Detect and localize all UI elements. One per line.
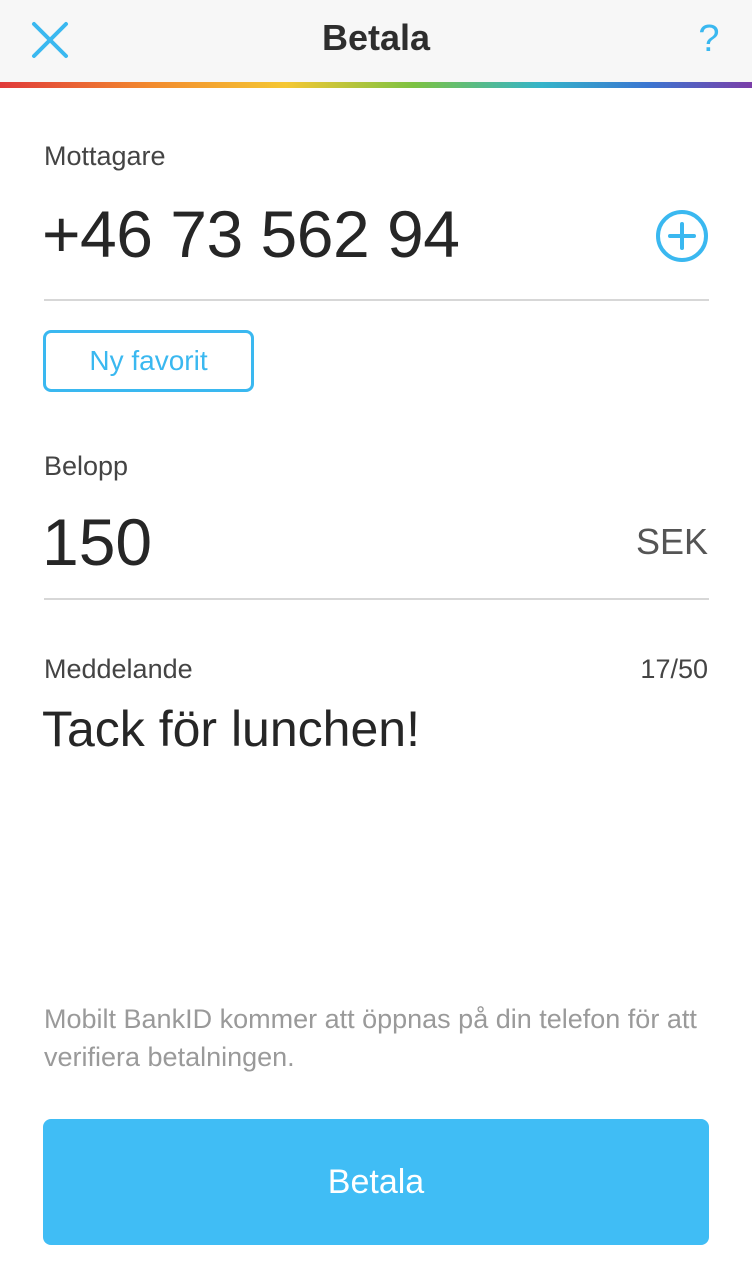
message-label: Meddelande: [44, 654, 193, 684]
bankid-notice: Mobilt BankID kommer att öppnas på din t…: [44, 1004, 697, 1072]
plus-circle-icon[interactable]: [654, 208, 710, 264]
character-counter: 17/50: [640, 654, 708, 684]
new-favorite-button[interactable]: Ny favorit: [43, 330, 254, 392]
header-bar: Betala ?: [0, 0, 752, 82]
close-icon[interactable]: [28, 18, 72, 62]
rainbow-divider: [0, 82, 752, 88]
page-title: Betala: [321, 17, 431, 58]
pay-button[interactable]: Betala: [43, 1119, 709, 1245]
help-button[interactable]: ?: [694, 14, 724, 64]
amount-label: Belopp: [44, 451, 129, 481]
message-input[interactable]: Tack för lunchen!: [42, 700, 420, 758]
recipient-label: Mottagare: [44, 141, 166, 171]
currency-label: SEK: [635, 521, 708, 562]
divider: [44, 299, 709, 301]
recipient-input[interactable]: +46 73 562 94: [42, 196, 460, 272]
amount-input[interactable]: 150: [42, 504, 152, 580]
divider: [44, 598, 709, 600]
